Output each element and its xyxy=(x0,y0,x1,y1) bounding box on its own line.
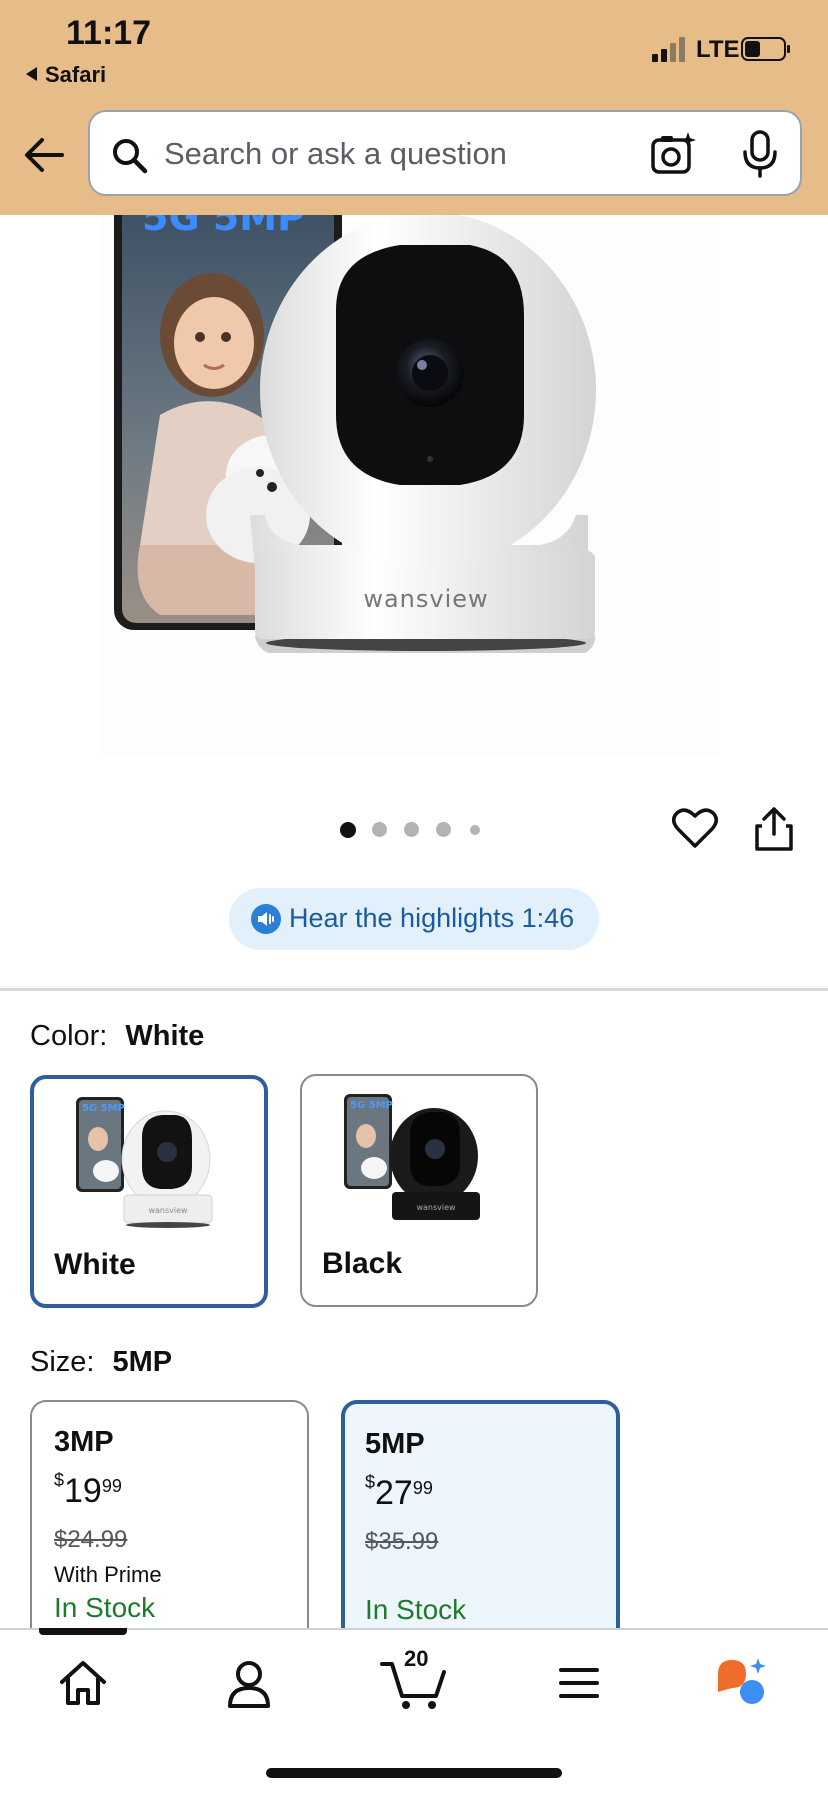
home-icon[interactable] xyxy=(58,1660,108,1706)
size-selected-value: 5MP xyxy=(112,1346,173,1378)
color-option-black[interactable]: 5G 5MP wansview Black xyxy=(300,1074,538,1307)
size-option-5mp[interactable]: 5MP $2799 $35.99 In Stock xyxy=(341,1400,620,1640)
carousel-dot[interactable] xyxy=(404,822,419,837)
size-option-3mp[interactable]: 3MP $1999 $24.99 With Prime In Stock xyxy=(30,1400,309,1640)
svg-text:5G 5MP: 5G 5MP xyxy=(350,1100,393,1111)
battery-icon xyxy=(741,37,790,61)
active-tab-indicator xyxy=(39,1628,127,1635)
bottom-navigation: 20 xyxy=(0,1628,828,1794)
brand-logo: wansview xyxy=(363,585,488,613)
carousel-dot[interactable] xyxy=(372,822,387,837)
account-icon[interactable] xyxy=(226,1660,272,1708)
microphone-icon[interactable] xyxy=(740,130,780,178)
size-option-prime-note: With Prime xyxy=(54,1562,162,1587)
size-option-stock: In Stock xyxy=(54,1592,156,1623)
color-option-label: Black xyxy=(322,1247,403,1280)
size-option-name: 5MP xyxy=(365,1428,425,1460)
share-icon[interactable] xyxy=(754,806,794,852)
size-option-list-price: $24.99 xyxy=(54,1526,128,1553)
back-to-safari[interactable]: Safari xyxy=(26,62,106,88)
back-triangle-icon xyxy=(26,67,37,81)
rufus-assistant-icon[interactable] xyxy=(714,1656,772,1706)
back-arrow-icon[interactable] xyxy=(22,135,66,175)
back-app-label: Safari xyxy=(45,62,107,87)
home-indicator xyxy=(266,1768,562,1778)
status-time: 11:17 xyxy=(66,14,152,52)
search-input[interactable] xyxy=(164,134,624,174)
white-camera-thumbnail: 5G 5MP wansview xyxy=(76,1097,213,1228)
color-selection-label: Color: White xyxy=(30,1020,204,1053)
color-label: Color: xyxy=(30,1020,108,1052)
color-option-label: White xyxy=(54,1248,136,1281)
camera-search-icon[interactable] xyxy=(650,130,698,178)
size-option-stock: In Stock xyxy=(365,1594,467,1625)
network-label: LTE xyxy=(696,36,740,63)
product-image[interactable]: 5G 5MP wansview xyxy=(100,215,720,755)
phone-caption: 5G 5MP xyxy=(142,215,305,239)
size-option-price: $2799 xyxy=(365,1472,433,1512)
carousel-dot[interactable] xyxy=(470,825,480,835)
carousel-dot[interactable] xyxy=(436,822,451,837)
size-label: Size: xyxy=(30,1346,95,1378)
signal-icon xyxy=(652,37,685,62)
menu-icon[interactable] xyxy=(558,1664,600,1702)
hear-highlights-label: Hear the highlights 1:46 xyxy=(289,903,575,933)
svg-text:5G 5MP: 5G 5MP xyxy=(82,1103,125,1114)
cart-count-badge: 20 xyxy=(404,1646,429,1671)
color-option-white[interactable]: 5G 5MP wansview White xyxy=(30,1075,268,1308)
carousel-dot-active[interactable] xyxy=(340,822,356,838)
svg-text:wansview: wansview xyxy=(148,1206,188,1215)
section-divider xyxy=(0,988,828,991)
audio-speaker-icon xyxy=(251,904,281,934)
size-selection-label: Size: 5MP xyxy=(30,1346,172,1379)
header: 11:17 Safari LTE xyxy=(0,0,828,215)
search-bar[interactable] xyxy=(88,110,802,196)
size-option-price: $1999 xyxy=(54,1470,122,1510)
size-option-name: 3MP xyxy=(54,1426,114,1458)
color-selected-value: White xyxy=(125,1020,205,1052)
search-icon xyxy=(113,139,148,174)
hear-highlights-button[interactable]: Hear the highlights 1:46 xyxy=(229,888,599,950)
svg-text:wansview: wansview xyxy=(416,1203,456,1212)
size-option-list-price: $35.99 xyxy=(365,1528,439,1555)
black-camera-thumbnail: 5G 5MP wansview xyxy=(344,1094,480,1220)
wishlist-heart-icon[interactable] xyxy=(672,806,718,850)
